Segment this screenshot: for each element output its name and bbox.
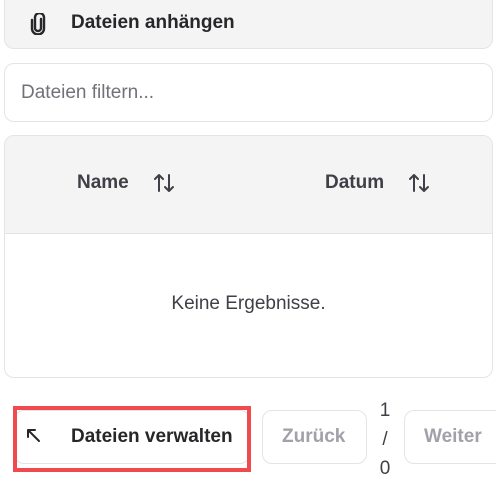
column-header-date[interactable]: Datum [325,172,430,194]
manage-files-button[interactable]: Dateien verwalten [14,410,250,464]
column-header-date-label: Datum [325,172,385,193]
table-header: Name Datum [5,136,492,234]
empty-state-text: Keine Ergebnisse. [171,293,326,314]
previous-page-button[interactable]: Zurück [262,410,367,464]
page-indicator: 1 / 0 [377,396,393,483]
next-page-label: Weiter [424,426,482,447]
page-separator: / [382,429,388,450]
next-page-button[interactable]: Weiter [404,410,496,464]
file-attachment-panel: Dateien anhängen Name Datum [0,0,504,504]
previous-page-label: Zurück [282,426,346,447]
manage-files-label: Dateien verwalten [71,426,233,447]
column-header-name[interactable]: Name [77,172,175,194]
attach-files-label: Dateien anhängen [71,12,235,33]
sort-arrows-icon [153,173,175,193]
files-table: Name Datum Keine Ergebnisse. [4,135,493,378]
page-total: 0 [379,458,391,479]
filter-files-input[interactable] [4,63,493,122]
arrow-up-left-icon [25,427,45,447]
sort-arrows-icon [408,173,430,193]
page-current: 1 [379,400,391,421]
paperclip-icon [27,13,49,35]
attach-files-button[interactable]: Dateien anhängen [4,0,493,49]
column-header-name-label: Name [77,172,129,193]
